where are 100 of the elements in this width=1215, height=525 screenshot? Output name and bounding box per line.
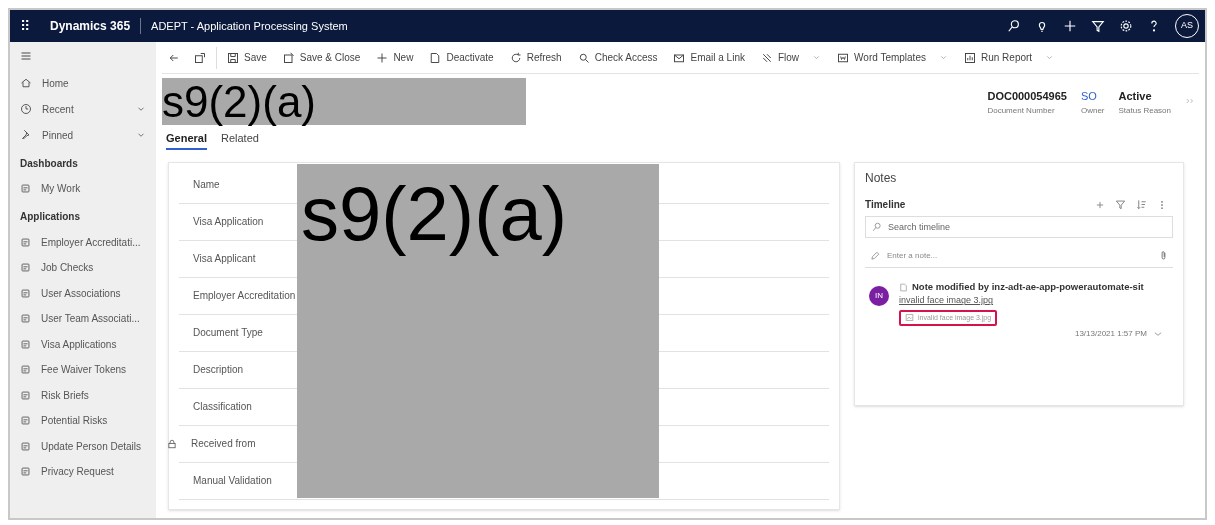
tab[interactable]: Related (220, 128, 259, 150)
command-button[interactable]: Check Access (569, 44, 666, 71)
note-icon (899, 282, 908, 292)
entity-icon (20, 183, 31, 195)
command-button[interactable]: Deactivate (421, 44, 502, 71)
header-value: Active (1118, 89, 1153, 104)
nav-item[interactable]: Home (10, 70, 156, 96)
panel-title: Notes (865, 170, 898, 187)
redaction-block: s9(2)(a) (297, 164, 659, 498)
sidebar-item[interactable]: My Work (10, 176, 156, 202)
save-close-icon (282, 51, 295, 64)
entity-icon (20, 287, 31, 299)
sidebar-item-label[interactable]: My Work (41, 181, 81, 197)
clock-icon (20, 103, 32, 115)
plus-icon (376, 51, 389, 64)
sort-icon[interactable] (1136, 199, 1147, 210)
entity-icon (20, 236, 31, 248)
command-button[interactable]: New (368, 44, 422, 71)
nav-label[interactable]: Home (42, 75, 69, 91)
note-title: Note modified by inz-adt-ae-app-powerautomate-sit (912, 280, 1144, 294)
word-icon (837, 51, 850, 64)
sidebar-item[interactable]: Job Checks (10, 255, 156, 281)
home-icon (20, 77, 32, 89)
sidebar-item-label[interactable]: Privacy Request (41, 464, 114, 480)
sidebar-item-label[interactable]: User Associations (41, 285, 121, 301)
section-heading: Dashboards (19, 156, 79, 171)
note-input[interactable]: Enter a note... (865, 244, 1173, 268)
field-label: Manual Validation (192, 475, 273, 487)
field-label: Description (192, 364, 245, 376)
chevron-down-icon (812, 53, 822, 62)
sidebar-item[interactable]: Visa Applications (10, 331, 156, 357)
entity-icon (20, 415, 31, 427)
command-button[interactable]: Flow (752, 44, 830, 71)
pencil-icon (870, 251, 880, 261)
entity-icon (20, 364, 31, 376)
field-label: Classification (192, 401, 253, 413)
sidebar-item[interactable]: Fee Waiver Tokens (10, 357, 156, 383)
nav-item[interactable]: Recent (10, 96, 156, 122)
command-button[interactable]: Save & Close (274, 44, 369, 71)
field-label: Visa Applicant (192, 253, 257, 265)
flow-icon (760, 51, 773, 64)
field-label: Employer Accreditation (192, 290, 297, 302)
tab[interactable]: General (166, 128, 207, 150)
search-icon (872, 222, 882, 232)
sidebar-item[interactable]: User Associations (10, 280, 156, 306)
sidebar-item[interactable]: Employer Accreditati... (10, 229, 156, 255)
sidebar-item[interactable]: Potential Risks (10, 408, 156, 434)
save-icon (227, 51, 239, 64)
sidebar-item-label[interactable]: Job Checks (41, 260, 94, 276)
nav-label[interactable]: Recent (42, 101, 74, 117)
entity-icon (20, 440, 31, 452)
note-timestamp: 13/13/2021 1:57 PM (1074, 327, 1147, 340)
command-button[interactable]: Refresh (501, 44, 570, 71)
document-icon (429, 51, 442, 64)
sidebar-item-label[interactable]: Fee Waiver Tokens (41, 362, 127, 378)
header-label: Owner (1080, 104, 1105, 117)
command-button[interactable]: Email a Link (665, 44, 753, 71)
entity-icon (20, 389, 31, 401)
refresh-icon (509, 51, 522, 64)
image-icon (905, 313, 914, 323)
entity-icon (20, 262, 31, 274)
nav-label[interactable]: Pinned (42, 127, 74, 143)
sidebar-item-label[interactable]: Employer Accreditati... (41, 234, 141, 250)
section-heading: Applications (19, 210, 81, 224)
paperclip-icon[interactable] (1158, 250, 1169, 261)
sidebar-item-label[interactable]: Update Person Details (41, 438, 142, 454)
product-name[interactable]: Dynamics 365 (50, 17, 131, 35)
field-label: Received from (190, 438, 257, 450)
chevron-down-icon (938, 53, 948, 62)
sidebar-item-label[interactable]: Visa Applications (41, 336, 117, 352)
header-label: Document Number (987, 104, 1056, 117)
field-label: Document Type (192, 327, 264, 339)
search-icon[interactable] (1007, 19, 1021, 33)
report-icon (963, 51, 976, 64)
command-button[interactable]: Word Templates (829, 44, 956, 71)
entity-icon (20, 466, 31, 478)
sidebar-item[interactable]: Risk Briefs (10, 382, 156, 408)
popout-icon[interactable] (194, 51, 206, 64)
sidebar-item-label[interactable]: Risk Briefs (41, 387, 89, 403)
command-button[interactable]: Save (219, 44, 275, 71)
sidebar-item-label[interactable]: User Team Associati... (41, 311, 140, 327)
sidebar-item[interactable]: Privacy Request (10, 459, 156, 485)
sidebar-item[interactable]: User Team Associati... (10, 306, 156, 332)
field-label: Visa Application (192, 216, 265, 228)
settings-icon[interactable] (1119, 19, 1133, 33)
search-field[interactable]: Search timeline (865, 216, 1173, 238)
entity-icon (20, 313, 31, 325)
app-launcher-icon[interactable]: ⠿ (10, 15, 40, 37)
sidebar-item-label[interactable]: Potential Risks (41, 413, 108, 429)
nav-item[interactable]: Pinned (10, 122, 156, 148)
entity-icon (20, 338, 31, 350)
command-button[interactable]: Run Report (955, 44, 1063, 71)
menu-icon[interactable] (20, 50, 32, 62)
header-label: Status Reason (1118, 104, 1171, 117)
sidebar-item[interactable]: Update Person Details (10, 433, 156, 459)
owner-link[interactable]: SO (1080, 88, 1105, 105)
filter-icon[interactable] (1091, 19, 1105, 33)
chevron-down-icon (1045, 53, 1055, 62)
email-icon (673, 51, 686, 64)
field-label: Name (192, 179, 221, 191)
